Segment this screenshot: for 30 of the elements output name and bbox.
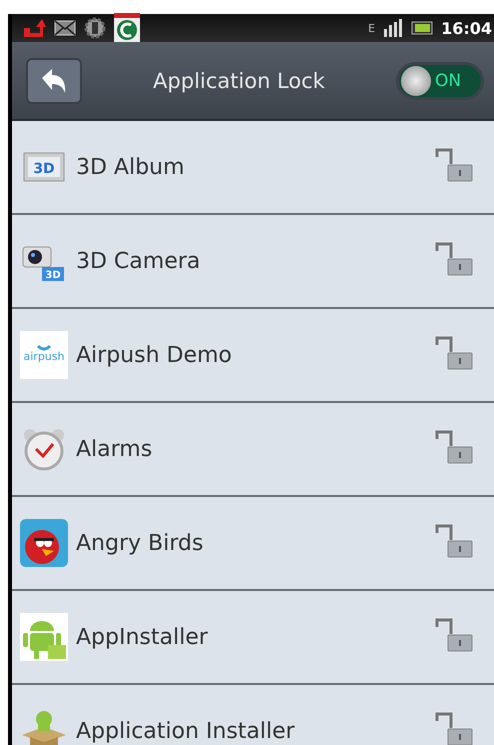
back-button[interactable] bbox=[26, 58, 82, 104]
app-name: Application Installer bbox=[76, 718, 296, 744]
app-list-item[interactable]: Alarms bbox=[12, 403, 494, 497]
network-type-label: E bbox=[368, 22, 376, 34]
screen-title: Application Lock bbox=[152, 68, 326, 92]
app-name: 3D Camera bbox=[76, 248, 202, 274]
app-name: Airpush Demo bbox=[76, 342, 233, 368]
android-robot-icon bbox=[20, 613, 68, 661]
app-list-item[interactable]: 3D 3D Camera bbox=[12, 215, 494, 309]
app-list-item[interactable]: Angry Birds bbox=[12, 497, 494, 591]
app-name: AppInstaller bbox=[76, 624, 209, 650]
app-name: Angry Birds bbox=[76, 530, 204, 556]
app-name: Alarms bbox=[76, 436, 154, 462]
app-name: 3D Album bbox=[76, 154, 186, 180]
mail-icon bbox=[54, 20, 76, 36]
battery-icon bbox=[411, 21, 434, 35]
bird-icon bbox=[20, 519, 68, 567]
airpush-logo-icon: airpush bbox=[20, 331, 68, 379]
gear-icon bbox=[84, 17, 106, 39]
upload-icon bbox=[22, 18, 46, 38]
back-arrow-icon bbox=[40, 68, 68, 94]
app-list-item[interactable]: Application Installer bbox=[12, 685, 494, 745]
lock-toggle[interactable]: ON bbox=[396, 62, 484, 100]
app-list-item[interactable]: 3D 3D Album bbox=[12, 121, 494, 215]
clock-time: 16:04 bbox=[441, 18, 493, 38]
app-list-item[interactable]: airpush Airpush Demo bbox=[12, 309, 494, 403]
app-list-item[interactable]: AppInstaller bbox=[12, 591, 494, 685]
calendar-icon bbox=[114, 13, 140, 43]
open-padlock-icon[interactable] bbox=[434, 711, 474, 745]
signal-icon bbox=[383, 19, 404, 37]
